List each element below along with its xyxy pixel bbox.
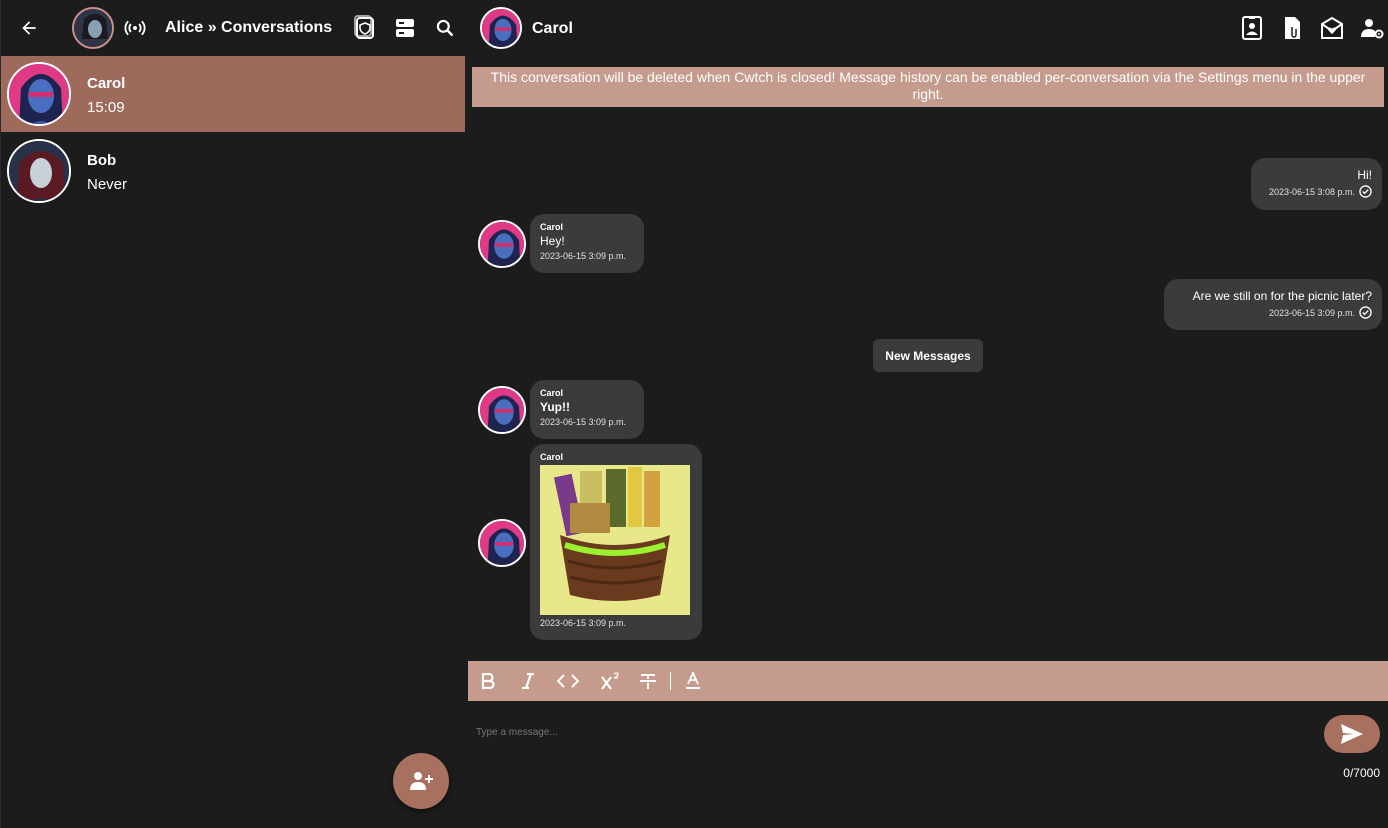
message-text: Are we still on for the picnic later? [1192, 289, 1372, 303]
message-sender: Carol [540, 222, 564, 232]
add-contact-button[interactable] [393, 753, 449, 809]
avatar [7, 139, 71, 203]
message-sender: Carol [540, 452, 564, 462]
superscript-icon [601, 672, 619, 690]
message-bubble-image[interactable]: Carol 2023-06-15 3:09 p.m. [530, 444, 702, 640]
contact-name: Carol [87, 75, 126, 92]
profile-avatar[interactable] [72, 7, 114, 49]
search-button[interactable] [432, 14, 458, 42]
contact-last-seen: Never [87, 176, 128, 193]
code-button[interactable] [556, 670, 580, 692]
chat-avatar[interactable] [480, 7, 522, 49]
carol-portrait [480, 521, 524, 565]
toolbar-divider [670, 672, 671, 690]
shared-files-icon [1285, 17, 1300, 39]
servers-button[interactable] [392, 14, 418, 42]
strikethrough-button[interactable] [636, 670, 660, 692]
send-icon [1341, 724, 1363, 744]
message-bubble-sent[interactable]: Hi! 2023-06-15 3:08 p.m. [1251, 158, 1382, 210]
qr-shield-icon [354, 15, 374, 39]
back-button[interactable] [15, 14, 43, 42]
qr-code-button[interactable] [352, 14, 378, 42]
message-timestamp: 2023-06-15 3:09 p.m. [540, 618, 627, 628]
contact-row-bob[interactable]: Bob Never [1, 133, 465, 209]
message-bubble-sent[interactable]: Are we still on for the picnic later? 20… [1164, 279, 1382, 330]
manage-contact-icon [1321, 16, 1343, 39]
picnic-basket-illustration [540, 465, 690, 615]
bob-portrait [9, 141, 69, 201]
picnic-basket-image[interactable] [540, 465, 690, 615]
carol-portrait [482, 9, 520, 47]
text-color-icon [686, 672, 700, 689]
message-text: Hi! [1357, 168, 1372, 182]
history-warning-banner: This conversation will be deleted when C… [472, 67, 1384, 107]
arrow-left-icon [22, 21, 36, 35]
page-title: Alice » Conversations [165, 19, 333, 36]
new-messages-divider: New Messages [873, 339, 983, 372]
network-status-button[interactable] [123, 17, 147, 39]
shared-files-button[interactable] [1279, 14, 1305, 42]
message-timestamp: 2023-06-15 3:09 p.m. [540, 417, 627, 427]
contact-last-seen: 15:09 [87, 99, 125, 116]
chat-title: Carol [532, 20, 573, 37]
timestamp-text: 2023-06-15 3:08 p.m. [1268, 186, 1355, 197]
italic-button[interactable] [516, 670, 540, 692]
carol-portrait [480, 222, 524, 266]
strikethrough-icon [640, 674, 656, 689]
message-avatar [478, 386, 526, 434]
profile-card-button[interactable] [1239, 14, 1265, 42]
timestamp-text: 2023-06-15 3:09 p.m. [1268, 307, 1355, 318]
message-bubble-received[interactable]: Carol Hey! 2023-06-15 3:09 p.m. [530, 214, 644, 273]
send-button[interactable] [1324, 715, 1380, 753]
code-icon [557, 674, 579, 688]
conversation-settings-button[interactable] [1359, 14, 1385, 42]
contact-card-icon [1242, 16, 1262, 40]
message-timestamp: 2023-06-15 3:08 p.m. [1261, 185, 1372, 198]
search-icon [436, 19, 454, 37]
message-sender: Carol [540, 388, 564, 398]
contact-row-carol[interactable]: Carol 15:09 [1, 56, 465, 132]
conversations-pane: Alice » Conversations Carol 15:09 Bob Ne… [0, 0, 465, 828]
message-avatar [478, 519, 526, 567]
profile-portrait [74, 9, 112, 47]
message-input[interactable] [476, 724, 1276, 740]
message-bubble-received[interactable]: Carol Yup!! 2023-06-15 3:09 p.m. [530, 380, 644, 439]
italic-icon [522, 673, 534, 689]
message-timestamp: 2023-06-15 3:09 p.m. [540, 251, 627, 261]
conversations-header: Alice » Conversations [1, 0, 466, 56]
text-color-button[interactable] [681, 670, 705, 692]
manage-contact-button[interactable] [1319, 14, 1345, 42]
server-icon [396, 19, 414, 37]
carol-portrait [480, 388, 524, 432]
bold-icon [481, 673, 495, 689]
formatting-toolbar [468, 661, 1388, 701]
add-contact-icon [410, 772, 433, 790]
cwtch-app: Alice » Conversations Carol 15:09 Bob Ne… [0, 0, 1388, 828]
bold-button[interactable] [476, 670, 500, 692]
message-avatar [478, 220, 526, 268]
message-text: Yup!! [540, 400, 570, 414]
message-text: Hey! [540, 234, 565, 248]
avatar [7, 62, 71, 126]
superscript-button[interactable] [598, 670, 622, 692]
broadcast-icon [124, 20, 146, 36]
message-timestamp: 2023-06-15 3:09 p.m. [1174, 306, 1372, 319]
carol-portrait [9, 64, 69, 124]
delivered-check-icon [1359, 185, 1372, 198]
contact-name: Bob [87, 152, 117, 169]
chat-pane: Carol This conversation will be deleted … [468, 0, 1388, 828]
character-counter: 0/7000 [1343, 766, 1380, 780]
delivered-check-icon [1359, 306, 1372, 319]
chat-header: Carol [468, 0, 1388, 56]
conversation-settings-icon [1361, 19, 1384, 39]
